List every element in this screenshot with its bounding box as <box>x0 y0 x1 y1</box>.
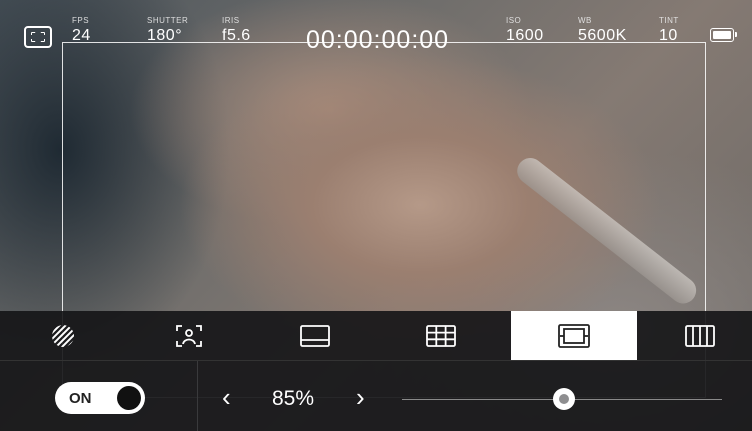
percent-slider-thumb[interactable] <box>552 388 575 410</box>
frame-guides-icon[interactable] <box>24 26 52 48</box>
safe-area-icon <box>558 323 590 348</box>
iso-label: ISO <box>506 16 522 25</box>
display-tools-toolbar <box>0 311 752 360</box>
wb-label: WB <box>578 16 592 25</box>
iris-readout[interactable]: IRIS f5.6 <box>222 16 251 45</box>
focus-assist-icon <box>176 324 202 347</box>
fps-label: FPS <box>72 16 90 25</box>
percent-value: 85% <box>272 387 315 410</box>
decrease-arrow-icon[interactable]: ‹ <box>222 383 231 411</box>
wb-readout[interactable]: WB 5600K <box>578 16 627 45</box>
iso-readout[interactable]: ISO 1600 <box>506 16 544 45</box>
focus-assist-tab[interactable] <box>126 311 252 360</box>
zebra-tab[interactable] <box>0 311 126 360</box>
wb-value: 5600K <box>578 27 627 44</box>
tint-readout[interactable]: TINT 10 <box>659 16 679 45</box>
frame-guide-tab[interactable] <box>252 311 378 360</box>
tint-value: 10 <box>659 27 678 44</box>
grid-icon <box>426 324 456 347</box>
fps-readout[interactable]: FPS 24 <box>72 16 91 45</box>
frame-guide-icon <box>300 324 330 347</box>
timecode[interactable]: 00:00:00:00 <box>306 26 449 55</box>
iris-label: IRIS <box>222 16 240 25</box>
grid-tab[interactable] <box>378 311 504 360</box>
safe-area-tab[interactable] <box>511 311 637 360</box>
shutter-label: SHUTTER <box>147 16 189 25</box>
shutter-readout[interactable]: SHUTTER 180° <box>147 16 188 45</box>
shutter-value: 180° <box>147 27 183 44</box>
safe-area-controls: ON ‹ 85% › <box>0 360 752 431</box>
increase-arrow-icon[interactable]: › <box>356 383 365 411</box>
divider <box>197 361 198 431</box>
status-bar: FPS 24 SHUTTER 180° IRIS f5.6 00:00:00:0… <box>0 0 752 60</box>
false-color-tab[interactable] <box>637 311 752 360</box>
iris-value: f5.6 <box>222 27 251 44</box>
camera-viewfinder: FPS 24 SHUTTER 180° IRIS f5.6 00:00:00:0… <box>0 0 752 431</box>
tint-label: TINT <box>659 16 679 25</box>
toggle-knob[interactable] <box>117 386 141 410</box>
zebra-icon <box>52 324 74 347</box>
toggle-label: ON <box>69 390 92 407</box>
false-color-icon <box>685 324 715 347</box>
iso-value: 1600 <box>506 27 544 44</box>
battery-full-icon <box>710 28 737 42</box>
safe-area-toggle[interactable]: ON <box>55 382 145 414</box>
fps-value: 24 <box>72 27 91 44</box>
